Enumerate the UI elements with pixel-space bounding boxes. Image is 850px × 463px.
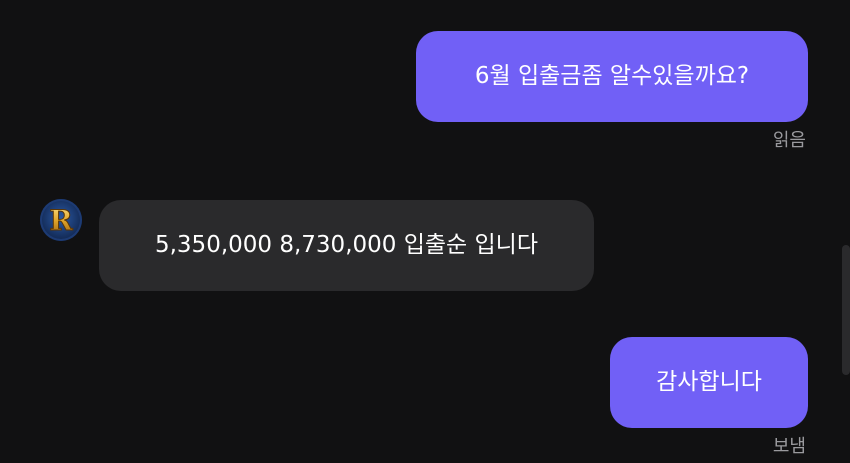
message-text: 감사합니다 xyxy=(656,369,762,395)
read-status: 읽음 xyxy=(772,130,806,151)
scrollbar[interactable] xyxy=(842,245,850,375)
sent-status: 보냄 xyxy=(772,436,806,457)
sender-avatar[interactable]: R xyxy=(40,199,82,241)
outgoing-message-bubble[interactable]: 감사합니다 xyxy=(610,337,808,428)
avatar-letter: R xyxy=(49,204,73,237)
message-text: 5,350,000 8,730,000 입출순 입니다 xyxy=(154,232,538,258)
avatar-logo-icon: R xyxy=(49,204,74,238)
message-text: 6월 입출금좀 알수있을까요? xyxy=(474,63,750,89)
chat-thread: 6월 입출금좀 알수있을까요? 읽음 R 5,350,000 8,730,000… xyxy=(0,0,850,463)
outgoing-message-bubble[interactable]: 6월 입출금좀 알수있을까요? xyxy=(416,31,808,122)
incoming-message-bubble[interactable]: 5,350,000 8,730,000 입출순 입니다 xyxy=(99,200,594,291)
